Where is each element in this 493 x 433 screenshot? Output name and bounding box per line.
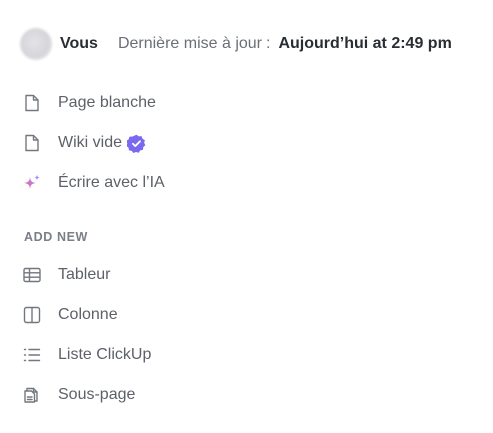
- blank-page-option[interactable]: Page blanche: [22, 83, 322, 123]
- subpage-label: Sous-page: [58, 386, 136, 403]
- clickup-list-option[interactable]: Liste ClickUp: [22, 335, 322, 375]
- last-updated-value: Aujourd’hui at 2:49 pm: [278, 35, 452, 52]
- spreadsheet-label: Tableur: [58, 266, 111, 283]
- column-label: Colonne: [58, 306, 118, 323]
- add-new-section-title: ADD NEW: [24, 230, 88, 244]
- table-icon: [22, 265, 42, 285]
- empty-wiki-option[interactable]: Wiki vide: [22, 123, 322, 163]
- verified-badge-icon: [127, 134, 146, 153]
- last-updated-label: Dernière mise à jour:: [118, 35, 275, 53]
- create-options-list: Page blanche Wiki vide Écrire avec l’IA: [22, 83, 322, 203]
- author-name[interactable]: Vous: [60, 35, 98, 53]
- list-icon: [22, 345, 42, 365]
- last-updated-separator: :: [266, 35, 271, 52]
- avatar[interactable]: [20, 28, 52, 60]
- last-updated-text: Dernière mise à jour: [117, 35, 262, 52]
- subpage-option[interactable]: Sous-page: [22, 375, 322, 415]
- page-meta-header: Vous Dernière mise à jour: Aujourd’hui a…: [20, 28, 452, 60]
- spreadsheet-option[interactable]: Tableur: [22, 255, 322, 295]
- ai-sparkle-icon: [22, 173, 42, 193]
- add-new-list: Tableur Colonne Liste ClickUp Sous-page: [22, 255, 322, 415]
- write-with-ai-option[interactable]: Écrire avec l’IA: [22, 163, 322, 203]
- blank-page-label: Page blanche: [58, 94, 156, 111]
- page-icon: [22, 93, 42, 113]
- column-option[interactable]: Colonne: [22, 295, 322, 335]
- write-with-ai-label: Écrire avec l’IA: [58, 174, 165, 191]
- page-icon: [22, 133, 42, 153]
- clickup-list-label: Liste ClickUp: [58, 346, 152, 363]
- column-icon: [22, 305, 42, 325]
- empty-wiki-label: Wiki vide: [58, 134, 123, 151]
- subpage-icon: [22, 385, 42, 405]
